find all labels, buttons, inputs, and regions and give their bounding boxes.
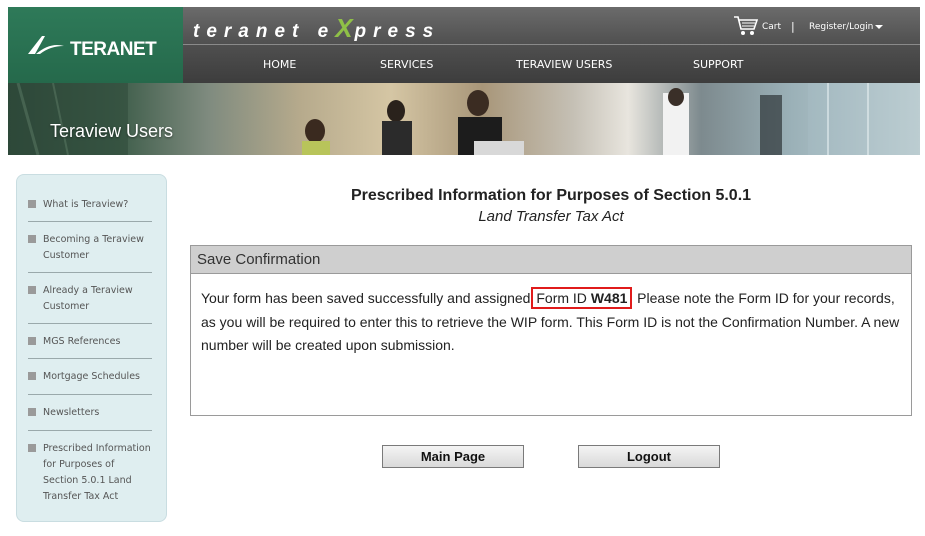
sidebar-item-label: Already a Teraview Customer — [43, 285, 133, 312]
sidebar-divider — [28, 394, 152, 395]
teranet-logo[interactable]: TERANET — [8, 7, 183, 83]
square-bullet-icon — [28, 286, 36, 294]
teranet-swoosh-logo-icon — [28, 36, 64, 54]
main-page-button[interactable]: Main Page — [382, 445, 524, 468]
sidebar-item-label: Newsletters — [43, 407, 100, 418]
square-bullet-icon — [28, 337, 36, 345]
form-id-highlight: Form ID W481 — [531, 287, 633, 309]
utility-separator: | — [791, 20, 795, 33]
sidebar: What is Teraview? Becoming a Teraview Cu… — [16, 174, 167, 522]
square-bullet-icon — [28, 444, 36, 452]
form-id-value: W481 — [590, 290, 628, 306]
logout-button[interactable]: Logout — [578, 445, 720, 468]
logo-text: TERANET — [70, 39, 157, 60]
top-bar: teranet eXpress Cart | Register/Login HO… — [183, 7, 920, 83]
sidebar-item-label: What is Teraview? — [43, 199, 129, 210]
sidebar-item-prescribed-information[interactable]: Prescribed Information for Purposes of S… — [28, 441, 152, 505]
cart-link[interactable]: Cart — [762, 22, 781, 32]
sidebar-item-becoming-customer[interactable]: Becoming a Teraview Customer — [28, 232, 152, 264]
square-bullet-icon — [28, 200, 36, 208]
square-bullet-icon — [28, 235, 36, 243]
register-login-link[interactable]: Register/Login — [809, 22, 884, 32]
form-id-label: Form ID — [536, 290, 591, 306]
panel-header: Save Confirmation — [191, 246, 911, 274]
sidebar-item-label: Becoming a Teraview Customer — [43, 234, 144, 261]
sidebar-divider — [28, 272, 152, 273]
sidebar-item-already-customer[interactable]: Already a Teraview Customer — [28, 283, 152, 315]
nav-teraview-users[interactable]: TERAVIEW USERS — [516, 58, 612, 71]
sidebar-item-label: Prescribed Information for Purposes of S… — [43, 443, 151, 502]
square-bullet-icon — [28, 408, 36, 416]
sidebar-item-what-is-teraview[interactable]: What is Teraview? — [28, 197, 152, 213]
sidebar-item-label: MGS References — [43, 336, 121, 347]
nav-home[interactable]: HOME — [263, 58, 296, 71]
shopping-cart-icon[interactable] — [733, 15, 759, 37]
sidebar-divider — [28, 430, 152, 431]
sidebar-item-mortgage-schedules[interactable]: Mortgage Schedules — [28, 369, 152, 385]
page-subtitle: Land Transfer Tax Act — [478, 208, 624, 225]
brand-part1: teranet e — [193, 21, 336, 42]
sidebar-divider — [28, 323, 152, 324]
message-text-before: Your form has been saved successfully an… — [201, 290, 535, 306]
sidebar-item-label: Mortgage Schedules — [43, 371, 140, 382]
nav-support[interactable]: SUPPORT — [693, 58, 744, 71]
sidebar-divider — [28, 358, 152, 359]
page-title: Prescribed Information for Purposes of S… — [350, 187, 752, 204]
banner-photo-illustration — [8, 83, 920, 155]
panel-message: Your form has been saved successfully an… — [191, 274, 911, 358]
chevron-down-icon — [875, 24, 884, 29]
main-nav: HOME SERVICES TERAVIEW USERS SUPPORT — [183, 58, 920, 74]
brand-part2: press — [354, 21, 441, 42]
square-bullet-icon — [28, 372, 36, 380]
topbar-divider — [183, 44, 920, 45]
nav-services[interactable]: SERVICES — [380, 58, 433, 71]
brand-x: X — [335, 13, 355, 43]
sidebar-item-newsletters[interactable]: Newsletters — [28, 405, 152, 421]
register-login-label: Register/Login — [809, 22, 874, 32]
sidebar-divider — [28, 221, 152, 222]
brand-wordmark: teranet eXpress — [193, 13, 440, 44]
banner-title: Teraview Users — [50, 121, 174, 141]
hero-banner: Teraview Users — [8, 83, 920, 155]
save-confirmation-panel: Save Confirmation Your form has been sav… — [190, 245, 912, 416]
sidebar-item-mgs-references[interactable]: MGS References — [28, 334, 152, 350]
